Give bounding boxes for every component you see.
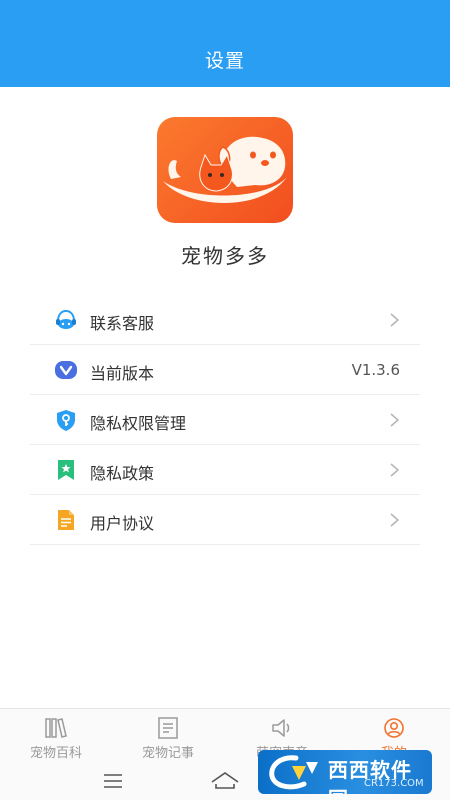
watermark-subtext: CR173.COM: [364, 778, 424, 789]
app-logo: [157, 117, 293, 223]
version-value: V1.3.6: [351, 361, 400, 379]
menu-item-customer-service[interactable]: 联系客服: [30, 295, 420, 345]
bookmark-icon: [58, 460, 74, 480]
menu-item-label: 联系客服: [90, 314, 155, 333]
document-icon: [58, 510, 74, 530]
menu-item-label: 当前版本: [90, 364, 155, 383]
home-icon[interactable]: [210, 770, 240, 790]
watermark-icon: [269, 755, 318, 790]
watermark-logo: 西西软件园 CR173.COM: [258, 750, 432, 800]
app-header: 设置: [0, 0, 450, 87]
chevron-right-icon: [390, 313, 400, 327]
menu-item-label: 用户协议: [90, 514, 155, 533]
chevron-right-icon: [390, 513, 400, 527]
app-name: 宠物多多: [181, 244, 269, 268]
page-title: 设置: [204, 50, 245, 72]
profile-icon: [384, 718, 404, 738]
books-icon: [45, 718, 67, 738]
menu-item-privacy-policy[interactable]: 隐私政策: [30, 445, 420, 495]
watermark-text: 西西软件园: [328, 758, 412, 800]
notes-icon: [158, 717, 178, 739]
settings-menu: 联系客服 当前版本 V1.3.6 隐私权限管理 隐私政策 用户协议: [30, 295, 420, 545]
menu-icon[interactable]: [102, 772, 124, 790]
menu-item-privacy-permissions[interactable]: 隐私权限管理: [30, 395, 420, 445]
menu-item-user-agreement[interactable]: 用户协议: [30, 495, 420, 545]
menu-item-version[interactable]: 当前版本 V1.3.6: [30, 345, 420, 395]
version-icon: [55, 361, 77, 379]
tab-pet-notes[interactable]: 宠物记事: [112, 709, 224, 765]
pet-logo-icon: [163, 136, 287, 203]
menu-item-label: 隐私政策: [90, 464, 155, 483]
shield-icon: [57, 410, 75, 431]
customer-service-icon: [56, 309, 76, 329]
speaker-icon: [272, 719, 290, 737]
tab-pet-encyclopedia[interactable]: 宠物百科: [0, 709, 112, 765]
menu-item-label: 隐私权限管理: [90, 414, 187, 433]
chevron-right-icon: [390, 463, 400, 477]
chevron-right-icon: [390, 413, 400, 427]
tab-label: 宠物百科: [29, 746, 82, 761]
tab-label: 宠物记事: [141, 746, 194, 761]
